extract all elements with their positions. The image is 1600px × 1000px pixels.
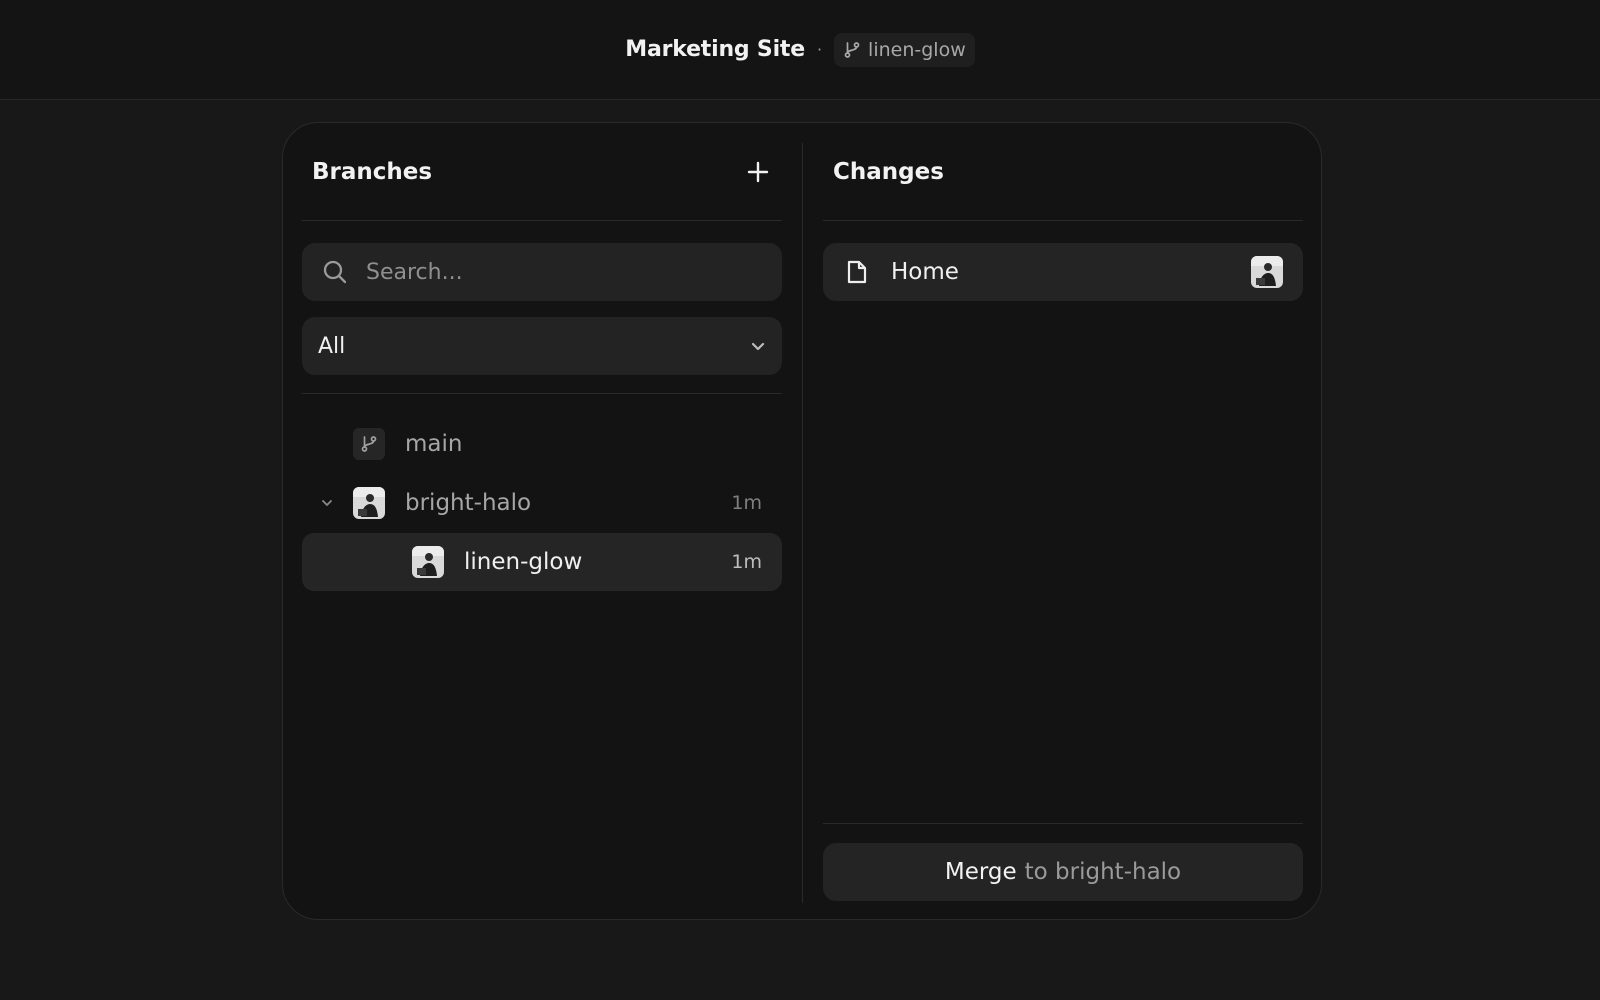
- branch-filter-select[interactable]: All: [302, 317, 782, 375]
- branch-list: main bright-halo 1m linen-glow 1m: [302, 415, 782, 591]
- search-input[interactable]: [364, 258, 748, 286]
- change-item-home[interactable]: Home: [823, 243, 1303, 301]
- branch-search[interactable]: [302, 243, 782, 301]
- plus-icon: [747, 161, 769, 182]
- branches-title: Branches: [312, 158, 433, 185]
- chevron-down-icon: [751, 342, 765, 351]
- branch-row-linen-glow[interactable]: linen-glow 1m: [302, 533, 782, 591]
- branches-column: Branches All: [302, 123, 782, 919]
- git-branch-icon: [353, 428, 385, 460]
- avatar: [412, 546, 444, 578]
- changes-header: Changes: [823, 123, 1303, 221]
- project-header: Marketing Site · linen-glow: [625, 32, 975, 67]
- branch-time: 1m: [731, 551, 762, 573]
- branch-name: bright-halo: [405, 490, 532, 516]
- branch-row-main[interactable]: main: [302, 415, 782, 473]
- merge-button[interactable]: Merge to bright-halo: [823, 843, 1303, 901]
- changes-column: Changes Home Merge to bright-halo: [823, 123, 1303, 919]
- current-branch-name: linen-glow: [868, 38, 966, 61]
- list-divider: [302, 393, 782, 394]
- search-icon: [323, 260, 347, 284]
- changes-title: Changes: [833, 158, 944, 185]
- file-icon: [845, 259, 869, 285]
- avatar: [1251, 256, 1283, 288]
- changes-footer: Merge to bright-halo: [823, 823, 1303, 901]
- branch-name: linen-glow: [464, 549, 583, 575]
- current-branch-chip[interactable]: linen-glow: [834, 32, 975, 67]
- header-separator: ·: [816, 40, 823, 59]
- merge-target-label: to bright-halo: [1024, 859, 1182, 885]
- change-page-name: Home: [891, 259, 959, 285]
- chevron-down-icon[interactable]: [316, 492, 338, 514]
- branch-row-bright-halo[interactable]: bright-halo 1m: [302, 474, 782, 532]
- git-branch-icon: [843, 41, 861, 59]
- branches-header: Branches: [302, 123, 782, 221]
- column-divider: [802, 143, 803, 903]
- branch-time: 1m: [731, 492, 762, 514]
- top-bar: Marketing Site · linen-glow: [0, 0, 1600, 100]
- filter-value: All: [318, 333, 346, 359]
- footer-divider: [823, 823, 1303, 824]
- project-title[interactable]: Marketing Site: [625, 37, 805, 62]
- add-branch-button[interactable]: [744, 158, 772, 186]
- branch-name: main: [405, 431, 463, 457]
- merge-action-label: Merge: [944, 859, 1017, 885]
- avatar: [353, 487, 385, 519]
- branches-dialog: Branches All: [282, 122, 1322, 920]
